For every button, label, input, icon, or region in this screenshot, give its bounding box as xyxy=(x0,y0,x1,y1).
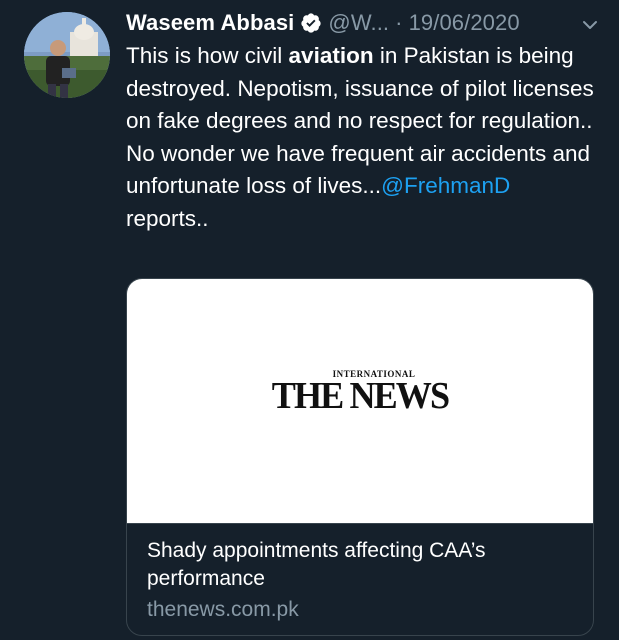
chevron-down-icon[interactable] xyxy=(581,14,599,32)
verified-badge-icon xyxy=(300,12,322,34)
card-domain: thenews.com.pk xyxy=(147,598,299,621)
tweet-text-bold: aviation xyxy=(288,43,374,68)
link-card[interactable]: INTERNATIONAL THE NEWS Shady appointment… xyxy=(126,278,594,636)
tweet-text-part: reports.. xyxy=(126,205,209,231)
card-image: INTERNATIONAL THE NEWS xyxy=(127,279,593,523)
tweet-text: This is how civil aviation in Pakistan i… xyxy=(126,40,596,236)
logo-the-news: THE NEWS xyxy=(271,375,450,417)
handle[interactable]: @W... xyxy=(328,10,389,36)
tweet[interactable]: Waseem Abbasi @W... · 19/06/2020 This is… xyxy=(0,0,619,640)
display-name[interactable]: Waseem Abbasi xyxy=(126,10,294,36)
the-news-logo: INTERNATIONAL THE NEWS xyxy=(127,369,593,417)
card-divider xyxy=(127,523,593,524)
avatar[interactable] xyxy=(24,12,110,98)
card-title: Shady appointments affecting CAA’s perfo… xyxy=(147,539,486,590)
tweet-text-part: This is how civil xyxy=(126,43,289,68)
separator-dot: · xyxy=(395,10,403,35)
mention-link[interactable]: @FrehmanD xyxy=(381,173,510,198)
avatar-photo xyxy=(24,12,110,98)
tweet-header: Waseem Abbasi @W... · 19/06/2020 xyxy=(126,8,599,38)
tweet-date[interactable]: 19/06/2020 xyxy=(409,10,520,36)
